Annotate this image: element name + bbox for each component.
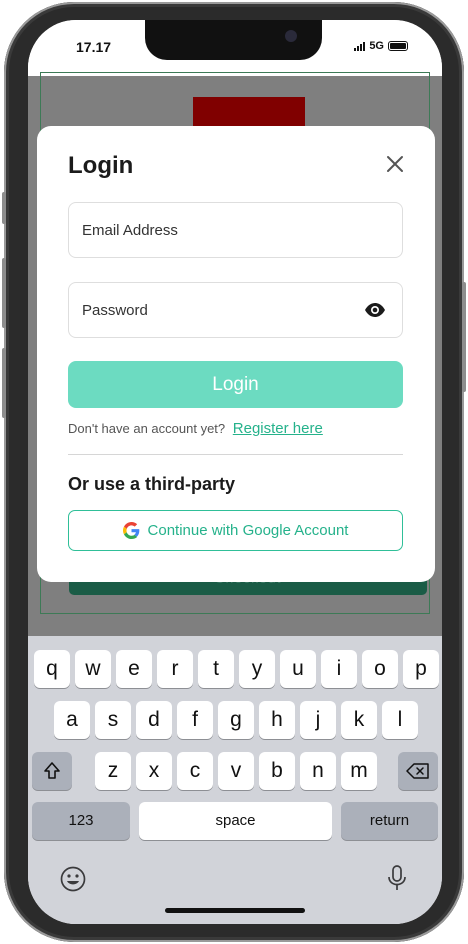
key-z[interactable]: z [95, 752, 131, 790]
emoji-icon[interactable] [60, 866, 86, 892]
key-y[interactable]: y [239, 650, 275, 688]
camera-icon [285, 30, 297, 42]
divider [68, 454, 403, 455]
register-row: Don't have an account yet? Register here [68, 420, 323, 437]
key-d[interactable]: d [136, 701, 172, 739]
return-key[interactable]: return [341, 802, 438, 840]
login-button[interactable]: Login [68, 361, 403, 408]
key-j[interactable]: j [300, 701, 336, 739]
signal-icon [354, 41, 366, 51]
third-party-heading: Or use a third-party [68, 474, 236, 494]
email-input[interactable] [68, 202, 403, 258]
shift-icon [44, 762, 60, 779]
key-c[interactable]: c [177, 752, 213, 790]
key-t[interactable]: t [198, 650, 234, 688]
key-g[interactable]: g [218, 701, 254, 739]
numbers-key[interactable]: 123 [32, 802, 130, 840]
key-n[interactable]: n [300, 752, 336, 790]
register-link[interactable]: Register here [233, 420, 323, 437]
key-u[interactable]: u [280, 650, 316, 688]
close-icon[interactable] [385, 154, 405, 174]
key-w[interactable]: w [75, 650, 111, 688]
backspace-icon [406, 763, 429, 779]
volume-down-button [2, 348, 6, 418]
power-button [462, 282, 466, 392]
login-modal: Login Login Don't have an account yet? R… [37, 126, 435, 582]
status-icons: 5G [354, 40, 408, 52]
backspace-key[interactable] [398, 752, 438, 790]
google-logo-icon [122, 522, 139, 539]
register-prompt: Don't have an account yet? [68, 421, 226, 436]
volume-up-button [2, 258, 6, 328]
key-l[interactable]: l [382, 701, 418, 739]
password-input[interactable] [68, 282, 403, 338]
shift-key[interactable] [32, 752, 72, 790]
key-e[interactable]: e [116, 650, 152, 688]
key-v[interactable]: v [218, 752, 254, 790]
key-x[interactable]: x [136, 752, 172, 790]
key-s[interactable]: s [95, 701, 131, 739]
microphone-icon[interactable] [387, 864, 407, 892]
status-bar: 17.17 5G [28, 20, 442, 76]
keyboard: q w e r t y u i o p a s d f g h j k l z … [28, 636, 442, 924]
key-p[interactable]: p [403, 650, 439, 688]
key-i[interactable]: i [321, 650, 357, 688]
network-label: 5G [369, 40, 384, 52]
modal-title: Login [68, 152, 134, 179]
key-f[interactable]: f [177, 701, 213, 739]
action-button [2, 192, 6, 224]
status-time: 17.17 [76, 39, 112, 55]
key-r[interactable]: r [157, 650, 193, 688]
key-h[interactable]: h [259, 701, 295, 739]
phone-screen: 17.17 5G Checkout Login Login [28, 20, 442, 924]
key-a[interactable]: a [54, 701, 90, 739]
key-q[interactable]: q [34, 650, 70, 688]
key-o[interactable]: o [362, 650, 398, 688]
home-indicator[interactable] [165, 908, 305, 913]
google-login-button[interactable]: Continue with Google Account [68, 510, 403, 551]
key-b[interactable]: b [259, 752, 295, 790]
space-key[interactable]: space [139, 802, 332, 840]
battery-icon [388, 41, 408, 51]
dynamic-notch [145, 20, 322, 60]
google-button-label: Continue with Google Account [147, 522, 349, 539]
eye-icon[interactable] [364, 302, 386, 318]
key-m[interactable]: m [341, 752, 377, 790]
key-k[interactable]: k [341, 701, 377, 739]
